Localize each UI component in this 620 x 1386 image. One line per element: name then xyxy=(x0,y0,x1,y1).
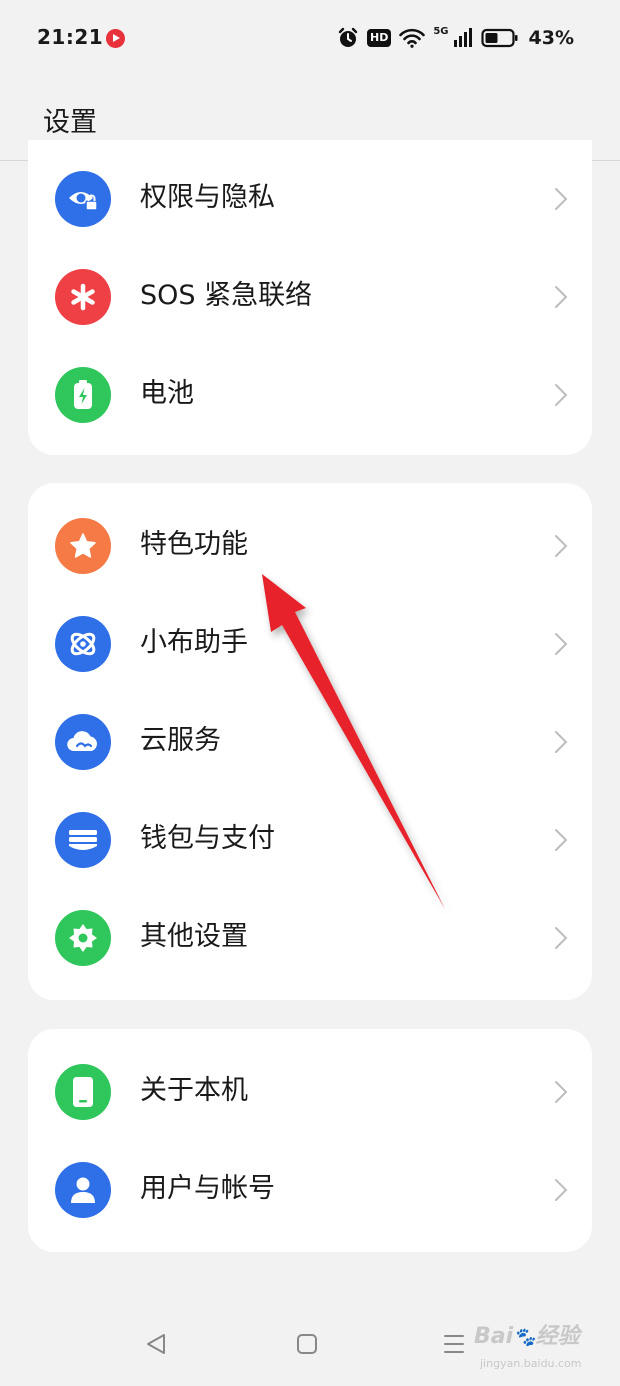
settings-item-cloud[interactable]: 云服务 xyxy=(28,693,592,791)
privacy-eye-lock-icon xyxy=(55,171,111,227)
watermark-logo: Bai🐾经验 xyxy=(474,1324,580,1349)
settings-item-label: 小布助手 xyxy=(140,627,248,658)
settings-item-label: 云服务 xyxy=(140,725,221,756)
battery-percent: 43% xyxy=(528,27,574,49)
settings-item-label: 关于本机 xyxy=(140,1075,248,1106)
home-icon[interactable] xyxy=(295,1332,319,1356)
settings-item-about[interactable]: 关于本机 xyxy=(28,1043,592,1141)
settings-item-label: 其他设置 xyxy=(140,921,248,952)
chevron-right-icon xyxy=(555,384,568,406)
chevron-right-icon xyxy=(555,1081,568,1103)
chevron-right-icon xyxy=(555,633,568,655)
settings-group-2: 特色功能 小布助手 云服务 钱包与支付 其他设置 xyxy=(28,483,592,1000)
status-time: 21:21 xyxy=(37,25,104,49)
settings-group-3: 关于本机 用户与帐号 xyxy=(28,1029,592,1252)
chevron-right-icon xyxy=(555,731,568,753)
settings-item-label: 用户与帐号 xyxy=(140,1173,275,1204)
signal-icon xyxy=(453,28,472,47)
watermark-brand2: 经验 xyxy=(535,1324,580,1349)
watermark-brand: Bai xyxy=(474,1324,514,1349)
wallet-icon xyxy=(55,812,111,868)
settings-item-accounts[interactable]: 用户与帐号 xyxy=(28,1141,592,1239)
wifi-icon xyxy=(399,28,426,48)
back-icon[interactable] xyxy=(144,1332,168,1356)
battery-status-icon xyxy=(480,28,518,48)
settings-item-other[interactable]: 其他设置 xyxy=(28,889,592,987)
assistant-orbit-icon xyxy=(55,616,111,672)
settings-item-label: SOS 紧急联络 xyxy=(140,280,313,311)
chevron-right-icon xyxy=(555,188,568,210)
chevron-right-icon xyxy=(555,535,568,557)
settings-item-featured[interactable]: 特色功能 xyxy=(28,497,592,595)
hd-badge: HD xyxy=(367,29,392,47)
status-icons: HD 5G 43% xyxy=(337,25,574,51)
settings-group-1: 权限与隐私 SOS 紧急联络 电池 xyxy=(28,140,592,455)
alarm-icon xyxy=(338,27,358,47)
gear-icon xyxy=(55,910,111,966)
phone-icon xyxy=(55,1064,111,1120)
status-bar: 21:21 HD 5G 43% xyxy=(0,0,620,76)
chevron-right-icon xyxy=(555,1179,568,1201)
user-icon xyxy=(55,1162,111,1218)
settings-item-battery[interactable]: 电池 xyxy=(28,346,592,444)
menu-icon[interactable] xyxy=(442,1332,466,1356)
chevron-right-icon xyxy=(555,829,568,851)
chevron-right-icon xyxy=(555,927,568,949)
settings-item-label: 权限与隐私 xyxy=(140,182,275,213)
battery-icon xyxy=(55,367,111,423)
settings-item-label: 电池 xyxy=(140,378,194,409)
page-title: 设置 xyxy=(43,107,97,138)
network-type: 5G xyxy=(433,25,449,37)
watermark-url: jingyan.baidu.com xyxy=(480,1357,582,1370)
cloud-icon xyxy=(55,714,111,770)
settings-item-assistant[interactable]: 小布助手 xyxy=(28,595,592,693)
settings-item-label: 特色功能 xyxy=(140,529,248,560)
settings-item-wallet[interactable]: 钱包与支付 xyxy=(28,791,592,889)
chevron-right-icon xyxy=(555,286,568,308)
video-app-notification-icon xyxy=(106,29,125,48)
star-icon xyxy=(55,518,111,574)
settings-item-label: 钱包与支付 xyxy=(140,823,275,854)
settings-item-sos[interactable]: SOS 紧急联络 xyxy=(28,248,592,346)
sos-asterisk-icon xyxy=(55,269,111,325)
settings-item-privacy[interactable]: 权限与隐私 xyxy=(28,150,592,248)
